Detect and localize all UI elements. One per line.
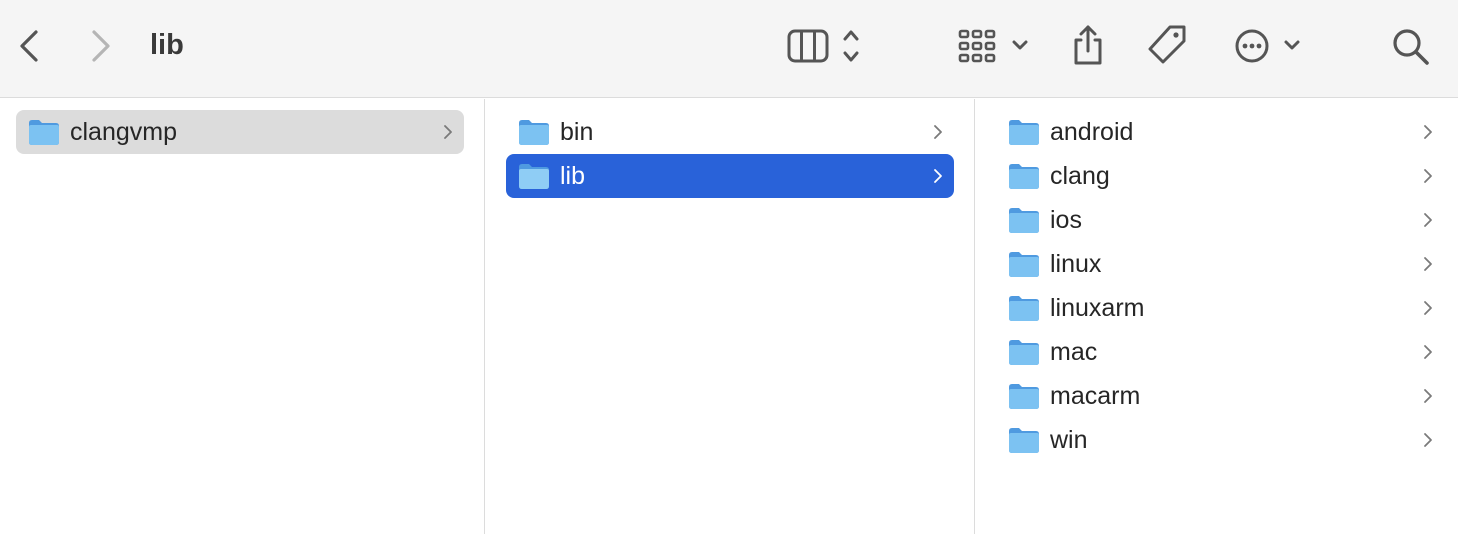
chevron-right-icon <box>1424 169 1432 183</box>
folder-icon <box>519 120 549 145</box>
folder-label: win <box>1050 425 1088 454</box>
more-actions-button[interactable] <box>1230 24 1306 68</box>
group-button[interactable] <box>954 24 1036 68</box>
folder-label: clang <box>1050 161 1110 190</box>
browser-column-3: android clang ios linux linuxarm mac macarm win <box>975 99 1458 534</box>
chevron-right-icon <box>1424 125 1432 139</box>
folder-row-clang[interactable]: clang <box>996 154 1444 198</box>
folder-row-clangvmp[interactable]: clangvmp <box>16 110 464 154</box>
folder-label: macarm <box>1050 381 1141 410</box>
chevron-right-icon <box>92 30 110 62</box>
folder-row-bin[interactable]: bin <box>506 110 954 154</box>
folder-icon <box>1009 120 1039 145</box>
folder-label: android <box>1050 117 1134 146</box>
folder-icon <box>1009 164 1039 189</box>
folder-row-win[interactable]: win <box>996 418 1444 462</box>
folder-icon <box>1009 384 1039 409</box>
chevron-right-icon <box>1424 433 1432 447</box>
folder-icon <box>1009 428 1039 453</box>
chevron-right-icon <box>934 169 942 183</box>
column-view-icon <box>787 29 859 63</box>
chevron-right-icon <box>1424 389 1432 403</box>
folder-icon <box>519 164 549 189</box>
folder-label: ios <box>1050 205 1082 234</box>
folder-row-mac[interactable]: mac <box>996 330 1444 374</box>
ellipsis-circle-icon <box>1235 29 1300 63</box>
chevron-right-icon <box>444 125 452 139</box>
folder-label: bin <box>560 117 594 146</box>
chevron-left-icon <box>20 30 38 62</box>
toolbar: lib <box>0 0 1458 98</box>
tag-button[interactable] <box>1144 22 1190 68</box>
search-icon <box>1393 29 1429 65</box>
folder-label: clangvmp <box>70 117 177 146</box>
folder-label: lib <box>560 161 586 190</box>
folder-label: linux <box>1050 249 1102 278</box>
share-icon <box>1074 25 1102 65</box>
chevron-right-icon <box>1424 345 1432 359</box>
chevron-right-icon <box>1424 301 1432 315</box>
folder-icon <box>29 120 59 145</box>
browser-column-1: clangvmp <box>0 99 485 534</box>
share-button[interactable] <box>1066 22 1110 68</box>
folder-icon <box>1009 208 1039 233</box>
folder-icon <box>1009 296 1039 321</box>
folder-row-linuxarm[interactable]: linuxarm <box>996 286 1444 330</box>
window-title: lib <box>150 29 184 61</box>
folder-label: mac <box>1050 337 1098 366</box>
chevron-right-icon <box>1424 257 1432 271</box>
group-grid-icon <box>958 29 1028 63</box>
finder-window: lib clangvmp bin lib android clang ios l… <box>0 0 1458 534</box>
chevron-right-icon <box>934 125 942 139</box>
forward-button[interactable] <box>82 26 122 66</box>
folder-row-lib[interactable]: lib <box>506 154 954 198</box>
chevron-right-icon <box>1424 213 1432 227</box>
browser-column-2: bin lib <box>485 99 975 534</box>
back-button[interactable] <box>10 26 50 66</box>
folder-row-ios[interactable]: ios <box>996 198 1444 242</box>
folder-row-android[interactable]: android <box>996 110 1444 154</box>
folder-row-linux[interactable]: linux <box>996 242 1444 286</box>
view-mode-button[interactable] <box>784 24 874 68</box>
folder-row-macarm[interactable]: macarm <box>996 374 1444 418</box>
folder-label: linuxarm <box>1050 293 1145 322</box>
search-button[interactable] <box>1388 24 1434 68</box>
folder-icon <box>1009 340 1039 365</box>
folder-icon <box>1009 252 1039 277</box>
tag-icon <box>1148 25 1186 64</box>
